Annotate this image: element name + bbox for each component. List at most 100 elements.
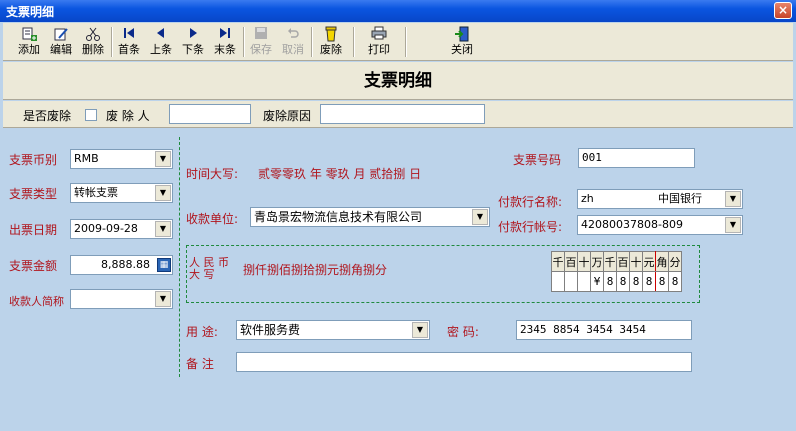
- scrap-reason-input[interactable]: [320, 104, 485, 124]
- currency-value: RMB: [74, 152, 99, 165]
- toolbar-separator: [311, 27, 313, 57]
- digit-header-cell: 百: [564, 251, 578, 272]
- chevron-down-icon[interactable]: ▼: [725, 217, 741, 233]
- digit-value-cell: 8: [668, 271, 682, 292]
- digit-header-cell: 十: [629, 251, 643, 272]
- delete-button[interactable]: 删除: [77, 25, 109, 59]
- currency-select[interactable]: RMB ▼: [70, 149, 173, 169]
- trash-icon: [315, 26, 347, 43]
- toolbar-close-group: 关闭: [446, 25, 478, 59]
- toolbar: 添加 编辑 删除 首条 上条 下条 末条 保存 取消 废除 打印 关闭: [3, 23, 793, 61]
- payee-select[interactable]: 青岛景宏物流信息技术有限公司 ▼: [250, 207, 490, 227]
- chevron-down-icon[interactable]: ▼: [155, 221, 171, 237]
- digit-value-cell: [577, 271, 591, 292]
- issue-date-value: 2009-09-28: [74, 222, 138, 235]
- digit-header-cell: 十: [577, 251, 591, 272]
- digit-header-cell: 角: [655, 251, 669, 272]
- next-label: 下条: [182, 43, 204, 56]
- prev-label: 上条: [150, 43, 172, 56]
- amount-label: 支票金额: [9, 259, 58, 273]
- edit-button[interactable]: 编辑: [45, 25, 77, 59]
- check-number-input[interactable]: 001: [578, 148, 695, 168]
- edit-label: 编辑: [50, 43, 72, 56]
- usage-select[interactable]: 软件服务费 ▼: [236, 320, 430, 340]
- last-button[interactable]: 末条: [209, 25, 241, 59]
- toolbar-save-group: 保存 取消: [245, 25, 309, 59]
- note-input[interactable]: [236, 352, 692, 372]
- digit-header-cell: 千: [603, 251, 617, 272]
- scrapper-input[interactable]: [169, 104, 251, 124]
- scrap-button[interactable]: 废除: [315, 25, 347, 59]
- chevron-down-icon[interactable]: ▼: [155, 185, 171, 201]
- print-button[interactable]: 打印: [363, 25, 395, 59]
- digit-header-cell: 千: [551, 251, 565, 272]
- amount-input[interactable]: 8,888.88 ▦: [70, 255, 173, 275]
- check-number-label: 支票号码: [513, 153, 562, 167]
- digit-value-cell: [551, 271, 565, 292]
- amount-digit-grid: 千百十万千百十元角分 ¥8 8 8 8 8 8: [551, 251, 682, 292]
- cancel-button[interactable]: 取消: [277, 25, 309, 59]
- scrap-reason-label: 废除原因: [263, 109, 312, 123]
- window-close-button[interactable]: ×: [774, 2, 792, 19]
- bank-account-select[interactable]: 42080037808-809 ▼: [577, 215, 743, 235]
- exit-icon: [446, 26, 478, 43]
- chevron-down-icon[interactable]: ▼: [155, 291, 171, 307]
- toolbar-scrap-group: 废除: [315, 25, 347, 59]
- digit-value-cell: ¥: [590, 271, 604, 292]
- chevron-down-icon[interactable]: ▼: [412, 322, 428, 338]
- password-input[interactable]: 2345 8854 3454 3454: [516, 320, 692, 340]
- toolbar-nav-group: 首条 上条 下条 末条: [113, 25, 241, 59]
- next-button[interactable]: 下条: [177, 25, 209, 59]
- last-label: 末条: [214, 43, 236, 56]
- bank-name-value: 中国银行: [658, 192, 702, 205]
- prev-button[interactable]: 上条: [145, 25, 177, 59]
- digit-value-row: ¥8 8 8 8 8 8: [551, 271, 682, 292]
- usage-value: 软件服务费: [240, 323, 301, 337]
- heading-band: 支票明细: [3, 62, 793, 100]
- chevron-down-icon[interactable]: ▼: [155, 151, 171, 167]
- bank-name-select[interactable]: zh 中国银行 ▼: [577, 189, 743, 209]
- payee-short-select[interactable]: ▼: [70, 289, 173, 309]
- add-button[interactable]: 添加: [13, 25, 45, 59]
- check-type-label: 支票类型: [9, 187, 58, 201]
- first-button[interactable]: 首条: [113, 25, 145, 59]
- first-record-icon: [113, 26, 145, 43]
- issue-date-picker[interactable]: 2009-09-28 ▼: [70, 219, 173, 239]
- check-type-select[interactable]: 转帐支票 ▼: [70, 183, 173, 203]
- date-in-words-label: 时间大写:: [186, 167, 239, 181]
- undo-icon: [277, 26, 309, 43]
- digit-header-cell: 百: [616, 251, 630, 272]
- check-type-value: 转帐支票: [74, 186, 118, 199]
- chevron-down-icon[interactable]: ▼: [725, 191, 741, 207]
- currency-label: 支票币别: [9, 153, 58, 167]
- window-title: 支票明细: [6, 5, 55, 19]
- digit-value-cell: [564, 271, 578, 292]
- bank-account-value: 42080037808-809: [581, 218, 683, 231]
- issue-date-label: 出票日期: [9, 223, 58, 237]
- calculator-icon[interactable]: ▦: [157, 258, 171, 272]
- note-label: 备 注: [186, 357, 214, 371]
- is-scrapped-checkbox[interactable]: [85, 109, 97, 121]
- scrap-label: 废除: [320, 43, 342, 56]
- scrap-row: 是否废除 废 除 人 废除原因: [3, 101, 793, 128]
- add-record-icon: [13, 26, 45, 43]
- chevron-down-icon[interactable]: ▼: [472, 209, 488, 225]
- digit-header-cell: 万: [590, 251, 604, 272]
- save-label: 保存: [250, 43, 272, 56]
- payee-value: 青岛景宏物流信息技术有限公司: [254, 210, 423, 224]
- edit-icon: [45, 26, 77, 43]
- last-record-icon: [209, 26, 241, 43]
- first-label: 首条: [118, 43, 140, 56]
- toolbar-separator: [353, 27, 355, 57]
- toolbar-edit-group: 添加 编辑 删除: [13, 25, 109, 59]
- is-scrapped-label: 是否废除: [23, 109, 72, 123]
- bank-code-value: zh: [581, 192, 594, 205]
- amount-value: 8,888.88: [101, 258, 150, 271]
- delete-label: 删除: [82, 43, 104, 56]
- bank-name-label: 付款行名称:: [498, 195, 563, 209]
- close-button[interactable]: 关闭: [446, 25, 478, 59]
- print-label: 打印: [368, 43, 390, 56]
- next-icon: [177, 26, 209, 43]
- save-button[interactable]: 保存: [245, 25, 277, 59]
- close-label: 关闭: [451, 43, 473, 56]
